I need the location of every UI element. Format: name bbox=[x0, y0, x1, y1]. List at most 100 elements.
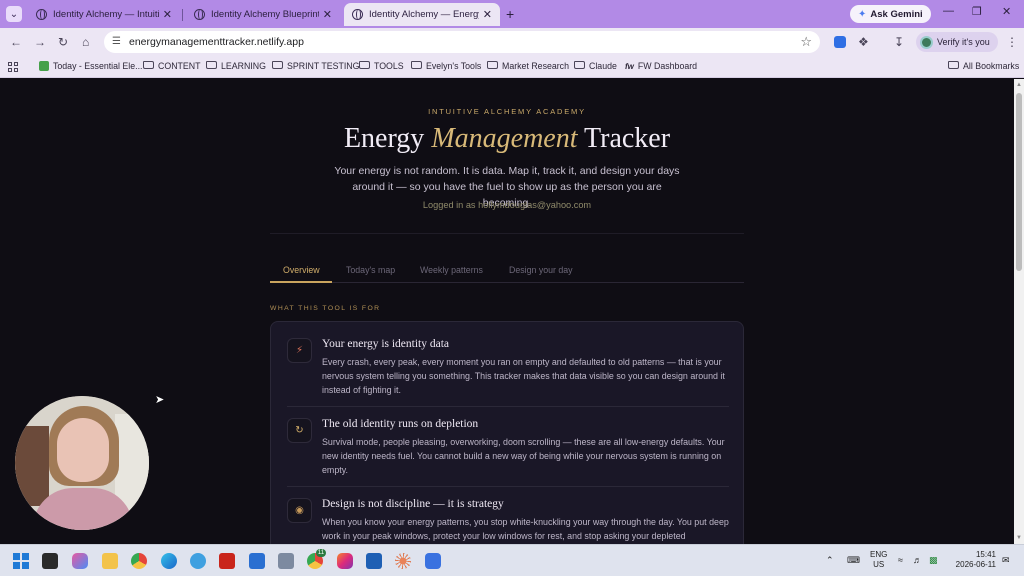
item-body: Survival mode, people pleasing, overwork… bbox=[322, 437, 725, 475]
settings-app-icon[interactable] bbox=[425, 553, 441, 569]
apps-grid-icon[interactable] bbox=[8, 62, 18, 72]
wifi-icon[interactable]: ≈ bbox=[898, 555, 903, 565]
mail-icon[interactable] bbox=[366, 553, 382, 569]
new-tab-button[interactable]: + bbox=[506, 6, 514, 22]
bookmark-label: LEARNING bbox=[221, 61, 266, 71]
all-bookmarks-button[interactable]: All Bookmarks bbox=[948, 61, 1019, 71]
home-icon[interactable]: ⌂ bbox=[82, 35, 89, 49]
ask-gemini-button[interactable]: ✦ Ask Gemini bbox=[850, 5, 931, 23]
claude-icon[interactable] bbox=[395, 553, 411, 569]
title-part: Energy bbox=[343, 123, 432, 154]
section-label: WHAT THIS TOOL IS FOR bbox=[270, 305, 381, 312]
windows-start-icon[interactable] bbox=[13, 553, 29, 569]
tab-identity-alchemy-blueprint[interactable]: Identity Alchemy Blueprint — I ✕ bbox=[186, 3, 340, 26]
extensions-puzzle-icon[interactable]: ❖ bbox=[858, 35, 869, 49]
bookmark-label: Today - Essential Ele... bbox=[53, 61, 143, 71]
bookmark-label: TOOLS bbox=[374, 61, 404, 71]
forward-icon[interactable]: → bbox=[34, 35, 46, 49]
minimize-icon[interactable]: — bbox=[943, 5, 954, 17]
fw-favicon-icon: fw bbox=[625, 61, 634, 71]
folder-icon bbox=[411, 61, 422, 69]
scrollbar-thumb[interactable] bbox=[1016, 93, 1022, 271]
webcam-overlay bbox=[15, 396, 149, 530]
bookmark-folder-market-research[interactable]: Market Research bbox=[487, 61, 569, 71]
tab-identity-alchemy-intuitive[interactable]: Identity Alchemy — Intuitive A ✕ bbox=[28, 3, 180, 26]
clock-time: 15:41 bbox=[975, 550, 996, 559]
bookmark-folder-evelyns-tools[interactable]: Evelyn's Tools bbox=[411, 61, 481, 71]
reload-icon[interactable]: ↻ bbox=[58, 35, 68, 49]
close-tab-icon[interactable]: ✕ bbox=[323, 8, 332, 21]
page-tabs: Overview Today's map Weekly patterns Des… bbox=[270, 259, 744, 283]
tab-title: Identity Alchemy — Intuitive A bbox=[53, 9, 159, 20]
folder-icon bbox=[574, 61, 585, 69]
bookmark-folder-content[interactable]: CONTENT bbox=[143, 61, 201, 71]
target-icon: ◉ bbox=[287, 498, 312, 523]
profile-avatar bbox=[920, 35, 933, 49]
folder-icon bbox=[143, 61, 154, 69]
active-tab-indicator bbox=[270, 281, 332, 283]
file-explorer-icon[interactable] bbox=[102, 553, 118, 569]
battery-icon[interactable]: ▩ bbox=[929, 555, 938, 566]
scroll-up-icon[interactable]: ▲ bbox=[1016, 82, 1022, 88]
close-window-icon[interactable]: ✕ bbox=[1002, 5, 1011, 18]
bookmark-folder-claude[interactable]: Claude bbox=[574, 61, 617, 71]
ask-gemini-label: Ask Gemini bbox=[870, 8, 923, 20]
scroll-down-icon[interactable]: ▼ bbox=[1016, 535, 1022, 541]
bookmark-folder-tools[interactable]: TOOLS bbox=[359, 61, 404, 71]
tab-search-menu-button[interactable]: ⌄ bbox=[6, 6, 22, 22]
item-body: When you know your energy patterns, you … bbox=[322, 517, 729, 541]
bookmark-label: Market Research bbox=[502, 61, 569, 71]
tab-weekly-patterns[interactable]: Weekly patterns bbox=[420, 265, 483, 275]
clock-date: 2026-06-11 bbox=[955, 560, 996, 569]
site-info-icon[interactable]: ☰ bbox=[112, 36, 121, 47]
bookmark-star-icon[interactable]: ☆ bbox=[800, 34, 812, 50]
tab-title: Identity Alchemy Blueprint — I bbox=[211, 9, 319, 20]
more-menu-icon[interactable]: ⋮ bbox=[1006, 35, 1018, 49]
folder-icon bbox=[948, 61, 959, 69]
copilot-icon[interactable] bbox=[72, 553, 88, 569]
notifications-bell-icon[interactable]: ✉ bbox=[1002, 555, 1010, 566]
close-tab-icon[interactable]: ✕ bbox=[163, 8, 172, 21]
chrome-icon[interactable] bbox=[131, 553, 147, 569]
url-text: energymanagementtracker.netlify.app bbox=[129, 36, 304, 48]
extension-icon[interactable] bbox=[834, 36, 846, 48]
maximize-icon[interactable]: ❐ bbox=[972, 5, 982, 18]
instagram-icon[interactable] bbox=[337, 553, 353, 569]
lang-region: US bbox=[873, 560, 885, 569]
folder-icon bbox=[487, 61, 498, 69]
tab-design-your-day[interactable]: Design your day bbox=[509, 265, 573, 275]
page-scrollbar[interactable]: ▲ ▼ bbox=[1014, 79, 1024, 544]
tab-overview[interactable]: Overview bbox=[283, 265, 320, 275]
academy-eyebrow: INTUITIVE ALCHEMY ACADEMY bbox=[428, 107, 586, 116]
app-icon[interactable] bbox=[190, 553, 206, 569]
bookmark-favicon bbox=[39, 61, 49, 71]
back-icon[interactable]: ← bbox=[10, 35, 22, 49]
tab-energy-management[interactable]: Identity Alchemy — Energy Ma ✕ bbox=[344, 3, 500, 26]
bookmark-label: CONTENT bbox=[158, 61, 201, 71]
volume-icon[interactable]: ♬ bbox=[913, 555, 922, 565]
keyboard-icon[interactable]: ⌨ bbox=[847, 555, 860, 566]
edge-icon[interactable] bbox=[161, 553, 177, 569]
task-view-icon[interactable] bbox=[42, 553, 58, 569]
system-clock[interactable]: 15:41 2026-06-11 bbox=[950, 550, 996, 570]
language-indicator[interactable]: ENG US bbox=[870, 550, 887, 570]
bookmark-today[interactable]: Today - Essential Ele... bbox=[39, 61, 142, 71]
bookmark-folder-learning[interactable]: LEARNING bbox=[206, 61, 266, 71]
bookmark-folder-sprint-testing[interactable]: SPRINT TESTING bbox=[272, 61, 360, 71]
tab-title: Identity Alchemy — Energy Ma bbox=[369, 9, 479, 20]
refresh-icon: ↻ bbox=[287, 418, 312, 443]
download-icon[interactable]: ↧ bbox=[894, 35, 904, 49]
bookmark-fw-dashboard[interactable]: fw FW Dashboard bbox=[625, 61, 697, 71]
globe-icon bbox=[194, 9, 205, 20]
tab-todays-map[interactable]: Today's map bbox=[346, 265, 395, 275]
address-bar[interactable]: ☰ energymanagementtracker.netlify.app ☆ bbox=[104, 31, 820, 53]
store-icon[interactable] bbox=[249, 553, 265, 569]
tab-separator bbox=[182, 9, 183, 21]
tray-overflow-icon[interactable]: ⌃ bbox=[826, 555, 834, 566]
close-tab-icon[interactable]: ✕ bbox=[483, 8, 492, 21]
acrobat-icon[interactable] bbox=[219, 553, 235, 569]
camera-icon[interactable] bbox=[278, 553, 294, 569]
bookmarks-bar: Today - Essential Ele... CONTENT LEARNIN… bbox=[0, 56, 1024, 78]
verify-profile-button[interactable]: Verify it's you bbox=[916, 32, 998, 52]
globe-icon bbox=[36, 9, 47, 20]
